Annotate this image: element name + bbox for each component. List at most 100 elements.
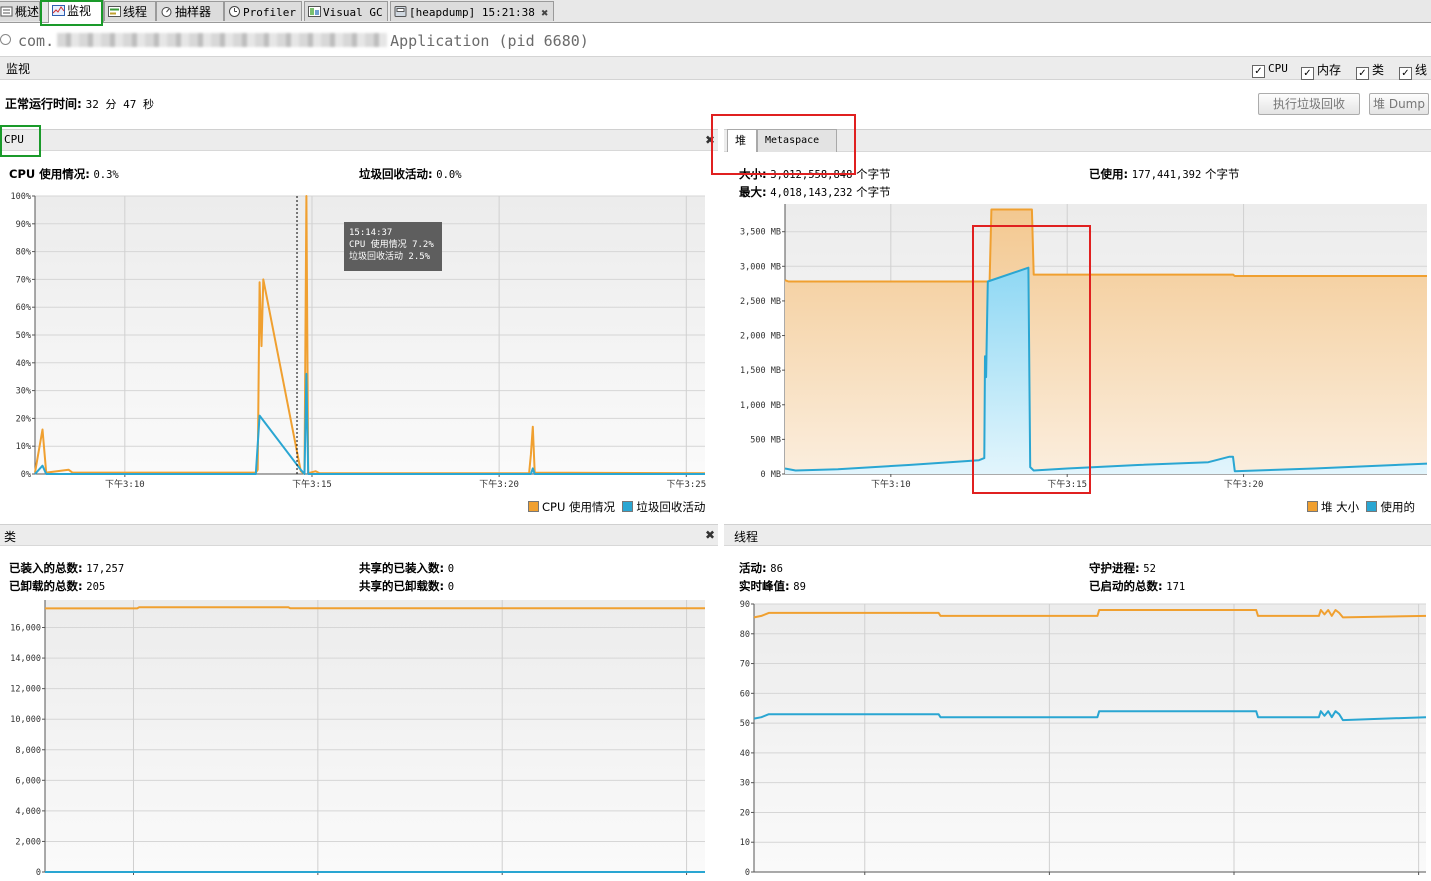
y-tick-label: 30: [740, 779, 750, 789]
y-tick-label: 80: [740, 630, 750, 640]
cpu-panel-title: CPU: [4, 133, 24, 146]
y-tick-label: 50: [740, 719, 750, 729]
x-tick-label: 下午3:15: [292, 478, 332, 490]
heapdump-icon: [394, 3, 407, 17]
threads-icon: [108, 3, 121, 17]
y-tick-label: 0%: [21, 470, 31, 480]
threads-chart: 0 10 20 30 40 50 60 70 80 90: [740, 600, 1427, 878]
shared-loaded-stat: 共享的已装入数: 0: [359, 561, 455, 575]
heap-legend: 堆 大小 使用的: [1307, 499, 1415, 515]
y-tick-label: 2,000: [15, 837, 41, 847]
checkmark-icon: ✓: [1356, 67, 1369, 80]
y-tick-label: 60: [740, 689, 750, 699]
app-status-icon: [0, 34, 11, 45]
y-tick-label: 60%: [16, 303, 31, 313]
heap-size-stat: 大小: 3,012,558,848 个字节: [739, 167, 891, 181]
threads-started-stat: 已启动的总数: 171: [1089, 579, 1186, 593]
x-tick-label: 下午3:25: [666, 478, 706, 490]
heap-used-stat: 已使用: 177,441,392 个字节: [1089, 167, 1240, 181]
chart-tooltip: 15:14:37 CPU 使用情况 7.2% 垃圾回收活动 2.5%: [344, 222, 442, 271]
tab-overview[interactable]: 概述: [0, 1, 40, 21]
checkmark-icon: ✓: [1252, 65, 1265, 78]
y-tick-label: 100%: [11, 192, 31, 202]
threads-live-stat: 活动: 86: [739, 561, 783, 575]
cpu-usage-stat: CPU 使用情况: 0.3%: [9, 167, 119, 181]
y-tick-label: 20%: [16, 414, 31, 424]
y-tick-label: 50%: [16, 331, 31, 341]
shared-unloaded-stat: 共享的已卸载数: 0: [359, 579, 455, 593]
plot-area: [45, 600, 705, 872]
checkbox-threads[interactable]: ✓ 线: [1399, 61, 1427, 80]
checkbox-memory[interactable]: ✓ 内存: [1301, 61, 1341, 80]
plot-area: [754, 604, 1426, 872]
application-title: com. Application (pid 6680): [18, 32, 589, 50]
checkmark-icon: ✓: [1399, 67, 1412, 80]
y-tick-label: 70%: [16, 275, 31, 285]
y-tick-label: 0: [36, 868, 41, 878]
threads-panel-header: 线程: [724, 524, 1431, 546]
visual-gc-icon: [308, 3, 321, 17]
y-tick-label: 8,000: [15, 746, 41, 756]
threads-daemon-stat: 守护进程: 52: [1089, 561, 1156, 575]
legend-swatch-heap-size: [1307, 501, 1318, 512]
y-tick-label: 40: [740, 749, 750, 759]
y-tick-label: 80%: [16, 248, 31, 258]
y-tick-label: 2,500 MB: [740, 297, 781, 307]
cpu-legend: CPU 使用情况 垃圾回收活动: [528, 499, 705, 515]
close-tab-icon[interactable]: ✖: [541, 9, 549, 19]
tab-monitor[interactable]: 监视: [48, 0, 104, 23]
threads-panel-title: 线程: [734, 530, 759, 544]
y-tick-label: 20: [740, 808, 750, 818]
series-line-0: [45, 606, 705, 610]
checkbox-cpu[interactable]: ✓ CPU: [1252, 61, 1288, 78]
profiler-icon: [228, 3, 241, 17]
sampler-icon: [160, 3, 173, 17]
legend-swatch-cpu: [528, 501, 539, 512]
tab-bar: 概述 监视 线程 抽样器 Profiler Visual GC [heapdum…: [0, 0, 1431, 23]
close-icon[interactable]: ✖: [705, 133, 715, 147]
legend-swatch-gc: [622, 501, 634, 512]
y-tick-label: 2,000 MB: [740, 332, 781, 342]
y-tick-label: 10: [740, 838, 750, 848]
x-tick-label: 下午3:15: [1047, 478, 1087, 490]
legend-swatch-used: [1366, 501, 1378, 512]
x-tick-label: 下午3:20: [479, 478, 519, 490]
y-tick-label: 3,500 MB: [740, 228, 781, 238]
y-tick-label: 10%: [16, 442, 31, 452]
y-tick-label: 0 MB: [761, 470, 781, 480]
tab-heap[interactable]: 堆: [727, 129, 757, 152]
y-tick-label: 500 MB: [750, 435, 781, 445]
y-tick-label: 16,000: [10, 624, 41, 634]
y-tick-label: 90: [740, 600, 750, 610]
monitor-title: 监视: [6, 62, 31, 76]
y-tick-label: 30%: [16, 387, 31, 397]
classes-loaded-stat: 已装入的总数: 17,257: [9, 561, 125, 575]
classes-panel-header: 类 ✖: [0, 524, 718, 546]
y-tick-label: 6,000: [15, 776, 41, 786]
heap-chart: 0 MB 500 MB 1,000 MB 1,500 MB 2,000 MB 2,500 …: [740, 204, 1428, 490]
redacted-package-name: [57, 33, 388, 47]
y-tick-label: 1,000 MB: [740, 401, 781, 411]
tab-profiler[interactable]: Profiler: [224, 1, 302, 21]
x-tick-label: 下午3:10: [105, 478, 145, 490]
y-tick-label: 3,000 MB: [740, 262, 781, 272]
tab-metaspace[interactable]: Metaspace: [757, 129, 837, 152]
close-icon[interactable]: ✖: [705, 528, 715, 542]
x-tick-label: 下午3:20: [1224, 478, 1264, 490]
perform-gc-button[interactable]: 执行垃圾回收: [1258, 93, 1360, 115]
heap-dump-button[interactable]: 堆 Dump: [1369, 93, 1429, 115]
monitor-icon: [52, 2, 65, 16]
threads-peak-stat: 实时峰值: 89: [739, 579, 806, 593]
tab-threads[interactable]: 线程: [104, 1, 156, 21]
checkbox-classes[interactable]: ✓ 类: [1356, 61, 1384, 80]
y-tick-label: 40%: [16, 359, 31, 369]
tab-visual-gc[interactable]: Visual GC: [304, 1, 388, 21]
overview-icon: [0, 3, 13, 17]
y-tick-label: 10,000: [10, 715, 41, 725]
tab-sampler[interactable]: 抽样器: [156, 1, 224, 21]
uptime: 正常运行时间: 32 分 47 秒: [5, 97, 154, 111]
y-tick-label: 1,500 MB: [740, 366, 781, 376]
checkmark-icon: ✓: [1301, 67, 1314, 80]
tab-heapdump[interactable]: [heapdump] 15:21:38 ✖: [390, 1, 554, 21]
monitor-header: 监视 ✓ CPU ✓ 内存 ✓ 类 ✓ 线: [0, 56, 1431, 80]
